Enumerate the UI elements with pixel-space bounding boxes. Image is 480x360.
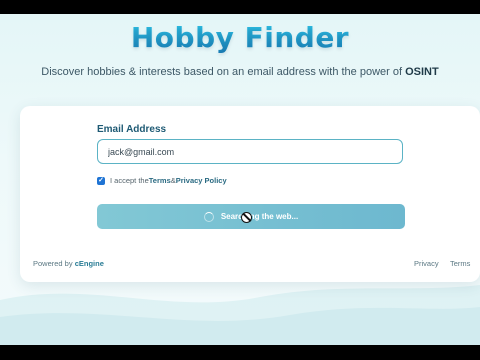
app-viewport: Hobby Finder Discover hobbies & interest…: [0, 14, 480, 345]
consent-row: ✓ I accept the Terms & Privacy Policy: [97, 176, 227, 185]
footer-privacy-link[interactable]: Privacy: [414, 259, 439, 268]
brand-link[interactable]: cEngine: [75, 259, 104, 268]
powered-by-text: Powered by: [33, 259, 75, 268]
subtitle-highlight: OSINT: [405, 66, 439, 78]
search-card: Email Address ✓ I accept the Terms & Pri…: [20, 106, 480, 282]
search-button-label: Searching the web...: [220, 212, 299, 221]
terms-link[interactable]: Terms: [149, 176, 171, 185]
app-title: Hobby Finder: [0, 21, 480, 54]
page-subtitle: Discover hobbies & interests based on an…: [0, 66, 480, 78]
busy-cursor-icon: [241, 212, 252, 223]
checkmark-icon: ✓: [98, 176, 104, 184]
consent-text: I accept the: [110, 176, 149, 185]
privacy-policy-link[interactable]: Privacy Policy: [176, 176, 227, 185]
subtitle-text: Discover hobbies & interests based on an…: [41, 66, 406, 78]
loading-spinner-icon: [203, 211, 214, 222]
consent-checkbox[interactable]: ✓: [97, 176, 105, 185]
email-label: Email Address: [97, 124, 167, 135]
email-field[interactable]: [97, 139, 403, 164]
powered-by: Powered by cEngine: [33, 259, 104, 268]
footer-terms-link[interactable]: Terms: [450, 259, 470, 268]
